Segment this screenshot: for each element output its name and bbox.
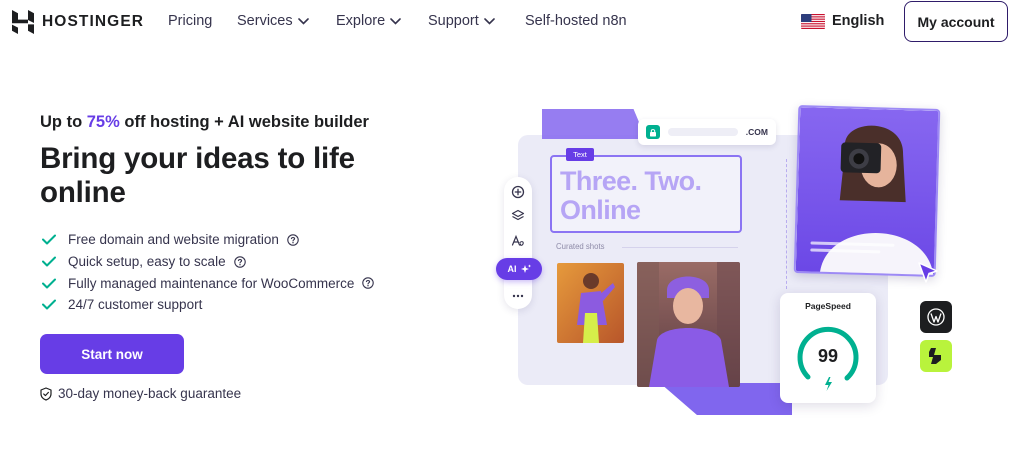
money-back-guarantee: 30-day money-back guarantee <box>40 386 241 401</box>
editor-toolbar <box>504 177 532 309</box>
nav-explore-label: Explore <box>336 13 386 29</box>
help-icon[interactable] <box>233 255 246 268</box>
text-block-tag: Text <box>566 148 594 161</box>
help-icon[interactable] <box>362 277 375 289</box>
litespeed-badge <box>920 340 952 372</box>
curated-shots-label: Curated shots <box>556 242 605 251</box>
feature-label: Free domain and website migration <box>68 232 279 248</box>
plus-circle-icon <box>511 185 525 199</box>
lock-icon <box>646 125 660 139</box>
feature-label: Fully managed maintenance for WooCommerc… <box>68 275 355 291</box>
feature-item: Free domain and website migration <box>42 229 374 251</box>
promo-prefix: Up to <box>40 113 87 131</box>
my-account-button[interactable]: My account <box>904 1 1008 42</box>
nav-pricing-label: Pricing <box>168 13 213 29</box>
nav-explore[interactable]: Explore <box>336 13 401 29</box>
chevron-down-icon <box>483 17 495 25</box>
pagespeed-card: PageSpeed 99 <box>780 293 876 403</box>
language-selector[interactable]: English <box>801 13 884 29</box>
promo-discount: 75% <box>86 113 120 131</box>
text-style-icon <box>511 234 524 246</box>
check-icon <box>42 299 56 310</box>
chevron-down-icon <box>297 17 309 25</box>
nav-n8n-label: Self-hosted n8n <box>525 13 627 29</box>
feature-label: Quick setup, easy to scale <box>68 254 226 270</box>
url-tld: .COM <box>745 127 768 137</box>
gallery-photo-portrait <box>637 262 740 387</box>
domain-url-bar: .COM <box>638 119 776 145</box>
nav-support[interactable]: Support <box>428 13 495 29</box>
ai-label: AI <box>507 264 517 274</box>
us-flag-icon <box>801 13 825 29</box>
feature-item: Quick setup, easy to scale <box>42 251 374 273</box>
help-icon[interactable] <box>287 234 299 246</box>
feature-list: Free domain and website migration Quick … <box>42 229 375 316</box>
decorative-block <box>542 109 646 139</box>
nav-services-label: Services <box>237 13 293 29</box>
nav-services[interactable]: Services <box>237 13 309 29</box>
feature-label: 24/7 customer support <box>68 297 203 313</box>
ai-assistant-button: AI <box>496 258 542 280</box>
nav-pricing[interactable]: Pricing <box>168 13 212 29</box>
promo-banner: Up to 75% off hosting + AI website build… <box>40 113 369 132</box>
start-now-button[interactable]: Start now <box>40 334 184 374</box>
feature-item: Fully managed maintenance for WooCommerc… <box>42 272 375 294</box>
headline-preview: Three. Two. Online <box>560 166 702 225</box>
wordpress-icon <box>927 308 945 326</box>
shield-check-icon <box>40 386 52 401</box>
hostinger-logo-icon <box>12 10 34 34</box>
layers-icon <box>511 209 525 221</box>
feature-item: 24/7 customer support <box>42 294 374 316</box>
check-icon <box>42 234 56 245</box>
guide-line <box>786 159 787 289</box>
divider <box>622 247 738 248</box>
check-icon <box>42 278 56 289</box>
headline-line-2: Online <box>560 195 641 225</box>
pagespeed-score: 99 <box>817 346 839 366</box>
hostinger-logo[interactable]: HOSTINGER <box>12 10 144 34</box>
promo-suffix: off hosting + AI website builder <box>119 113 369 131</box>
guarantee-label: 30-day money-back guarantee <box>58 386 242 401</box>
decorative-block <box>660 383 792 415</box>
top-navigation: HOSTINGER Pricing Services Explore Suppo… <box>0 0 1024 44</box>
gallery-photo-fashion <box>557 263 624 343</box>
headline-line-1: Three. Two. <box>560 166 702 196</box>
bolt-icon <box>825 377 832 391</box>
cursor-icon <box>918 262 938 283</box>
sparkle-icon <box>520 264 531 273</box>
pagespeed-label: PageSpeed <box>805 301 851 311</box>
more-icon <box>512 294 524 298</box>
language-label: English <box>832 13 885 29</box>
wordpress-badge <box>920 301 952 333</box>
featured-photographer-image <box>793 105 941 277</box>
check-icon <box>42 256 56 267</box>
brand-name: HOSTINGER <box>42 13 145 30</box>
litespeed-icon <box>929 348 941 364</box>
url-placeholder-line <box>667 128 738 136</box>
hero-title: Bring your ideas to life online <box>40 142 355 209</box>
website-builder-illustration: .COM AI Text Three. Two. Online Curated … <box>490 95 970 425</box>
chevron-down-icon <box>390 17 401 25</box>
nav-self-hosted-n8n[interactable]: Self-hosted n8n <box>525 13 627 29</box>
nav-support-label: Support <box>428 13 479 29</box>
